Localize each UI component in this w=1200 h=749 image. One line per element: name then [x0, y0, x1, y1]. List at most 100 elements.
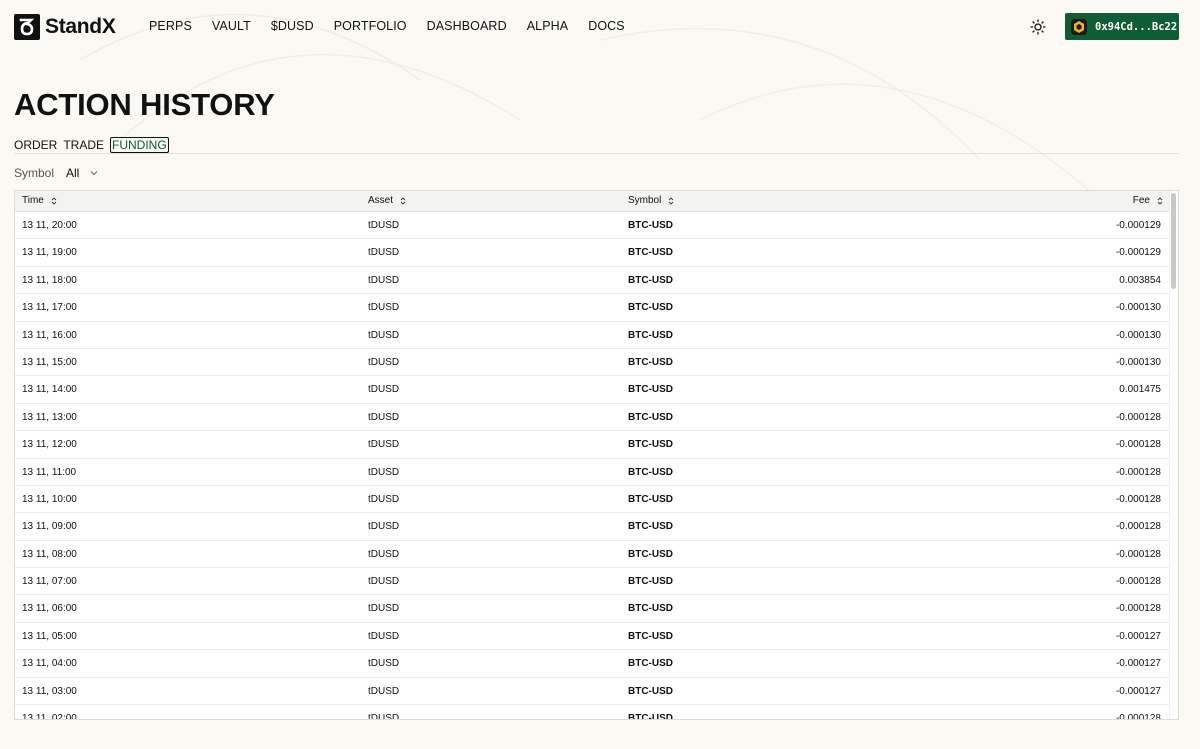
table-row: 13 11, 10:00 tDUSD BTC-USD -0.000128 [15, 486, 1170, 514]
cell-asset: tDUSD [368, 603, 400, 615]
cell-time: 13 11, 12:00 [22, 439, 77, 451]
table-scrollbar-track[interactable] [1169, 191, 1178, 719]
cell-fee: -0.000128 [1115, 411, 1161, 423]
cell-time: 13 11, 11:00 [22, 466, 77, 478]
tab-funding[interactable]: FUNDING [110, 137, 169, 153]
sort-icon [51, 196, 57, 205]
funding-table: Time Asset Symbol Fee 13 11, 20:00 tDUSD B… [14, 190, 1179, 720]
cell-symbol: BTC-USD [628, 220, 673, 231]
tab-order[interactable]: ORDER [14, 137, 57, 153]
cell-fee: -0.000128 [1115, 576, 1161, 588]
wallet-chain-icon [1071, 18, 1087, 35]
cell-asset: tDUSD [368, 713, 400, 720]
cell-symbol: BTC-USD [628, 329, 673, 341]
cell-time: 13 11, 06:00 [22, 603, 77, 615]
cell-symbol: BTC-USD [628, 576, 673, 588]
cell-symbol: BTC-USD [628, 493, 673, 505]
top-nav: StandX PERPS VAULT $DUSD PORTFOLIO DASHB… [0, 0, 1200, 52]
nav-portfolio[interactable]: PORTFOLIO [334, 19, 407, 33]
cell-fee: -0.000127 [1115, 630, 1161, 642]
table-row: 13 11, 04:00 tDUSD BTC-USD -0.000127 [15, 650, 1170, 678]
cell-asset: tDUSD [368, 685, 400, 697]
column-header-fee[interactable]: Fee [1133, 195, 1163, 206]
table-row: 13 11, 19:00 tDUSD BTC-USD -0.000129 [15, 239, 1170, 267]
nav-dashboard[interactable]: DASHBOARD [427, 19, 507, 33]
page-title: ACTION HISTORY [14, 87, 275, 122]
column-header-label: Time [22, 195, 44, 206]
cell-asset: tDUSD [368, 630, 400, 642]
cell-asset: tDUSD [368, 302, 400, 314]
theme-toggle-button[interactable] [1030, 19, 1046, 35]
cell-time: 13 11, 17:00 [22, 302, 77, 314]
cell-time: 13 11, 02:00 [22, 713, 77, 720]
table-row: 13 11, 07:00 tDUSD BTC-USD -0.000128 [15, 568, 1170, 596]
cell-fee: 0.001475 [1119, 384, 1161, 396]
table-row: 13 11, 14:00 tDUSD BTC-USD 0.001475 [15, 376, 1170, 404]
cell-fee: -0.000127 [1115, 658, 1161, 670]
tab-trade[interactable]: TRADE [63, 137, 104, 153]
cell-time: 13 11, 18:00 [22, 274, 77, 286]
cell-fee: -0.000130 [1115, 329, 1161, 341]
column-header-label: Symbol [628, 195, 662, 206]
cell-symbol: BTC-USD [628, 521, 673, 533]
column-header-label: Fee [1132, 195, 1150, 206]
standx-logo-icon [14, 14, 40, 40]
cell-symbol: BTC-USD [628, 274, 673, 286]
table-row: 13 11, 17:00 tDUSD BTC-USD -0.000130 [15, 294, 1170, 322]
sun-icon [1030, 19, 1046, 35]
cell-symbol: BTC-USD [628, 302, 673, 314]
table-row: 13 11, 18:00 tDUSD BTC-USD 0.003854 [15, 267, 1170, 295]
table-row: 13 11, 02:00 tDUSD BTC-USD -0.000128 [15, 705, 1170, 720]
symbol-filter-select[interactable]: All [66, 166, 79, 180]
column-header-time[interactable]: Time [22, 195, 57, 206]
cell-symbol: BTC-USD [628, 356, 673, 368]
cell-asset: tDUSD [368, 411, 400, 423]
main-nav: PERPS VAULT $DUSD PORTFOLIO DASHBOARD AL… [149, 19, 645, 33]
cell-symbol: BTC-USD [628, 548, 673, 560]
cell-symbol: BTC-USD [628, 713, 673, 720]
cell-time: 13 11, 16:00 [22, 329, 77, 341]
cell-asset: tDUSD [368, 220, 400, 231]
nav-dusd[interactable]: $DUSD [271, 19, 314, 33]
cell-fee: -0.000128 [1115, 603, 1161, 615]
brand-name: StandX [45, 15, 116, 38]
cell-asset: tDUSD [368, 493, 400, 505]
cell-asset: tDUSD [368, 274, 400, 286]
nav-vault[interactable]: VAULT [212, 19, 251, 33]
cell-time: 13 11, 08:00 [22, 548, 77, 560]
wallet-address: 0x94Cd...Bc22 [1095, 20, 1178, 33]
table-row: 13 11, 20:00 tDUSD BTC-USD -0.000129 [15, 212, 1170, 240]
cell-fee: -0.000130 [1115, 356, 1161, 368]
cell-time: 13 11, 04:00 [22, 658, 77, 670]
cell-asset: tDUSD [368, 329, 400, 341]
cell-time: 13 11, 20:00 [22, 220, 77, 231]
cell-time: 13 11, 15:00 [22, 356, 77, 368]
cell-symbol: BTC-USD [628, 411, 673, 423]
cell-fee: -0.000128 [1115, 713, 1161, 720]
symbol-filter: Symbol All [14, 166, 99, 180]
table-scrollbar-thumb[interactable] [1171, 193, 1176, 289]
nav-perps[interactable]: PERPS [149, 19, 192, 33]
wallet-button[interactable]: 0x94Cd...Bc22 [1065, 13, 1179, 40]
cell-symbol: BTC-USD [628, 466, 673, 478]
cell-symbol: BTC-USD [628, 603, 673, 615]
logo[interactable]: StandX [14, 14, 116, 40]
table-row: 13 11, 12:00 tDUSD BTC-USD -0.000128 [15, 431, 1170, 459]
tabs-divider [14, 153, 1179, 154]
cell-symbol: BTC-USD [628, 658, 673, 670]
cell-time: 13 11, 03:00 [22, 685, 77, 697]
table-row: 13 11, 03:00 tDUSD BTC-USD -0.000127 [15, 678, 1170, 706]
cell-time: 13 11, 19:00 [22, 247, 77, 259]
cell-asset: tDUSD [368, 466, 400, 478]
cell-fee: -0.000128 [1115, 548, 1161, 560]
cell-symbol: BTC-USD [628, 685, 673, 697]
table-row: 13 11, 08:00 tDUSD BTC-USD -0.000128 [15, 541, 1170, 569]
nav-alpha[interactable]: ALPHA [527, 19, 569, 33]
cell-fee: -0.000128 [1115, 493, 1161, 505]
cell-time: 13 11, 14:00 [22, 384, 77, 396]
column-header-asset[interactable]: Asset [368, 195, 406, 206]
nav-docs[interactable]: DOCS [588, 19, 625, 33]
column-header-symbol[interactable]: Symbol [628, 195, 674, 206]
chevron-down-icon[interactable] [89, 168, 99, 178]
cell-fee: 0.003854 [1119, 274, 1161, 286]
